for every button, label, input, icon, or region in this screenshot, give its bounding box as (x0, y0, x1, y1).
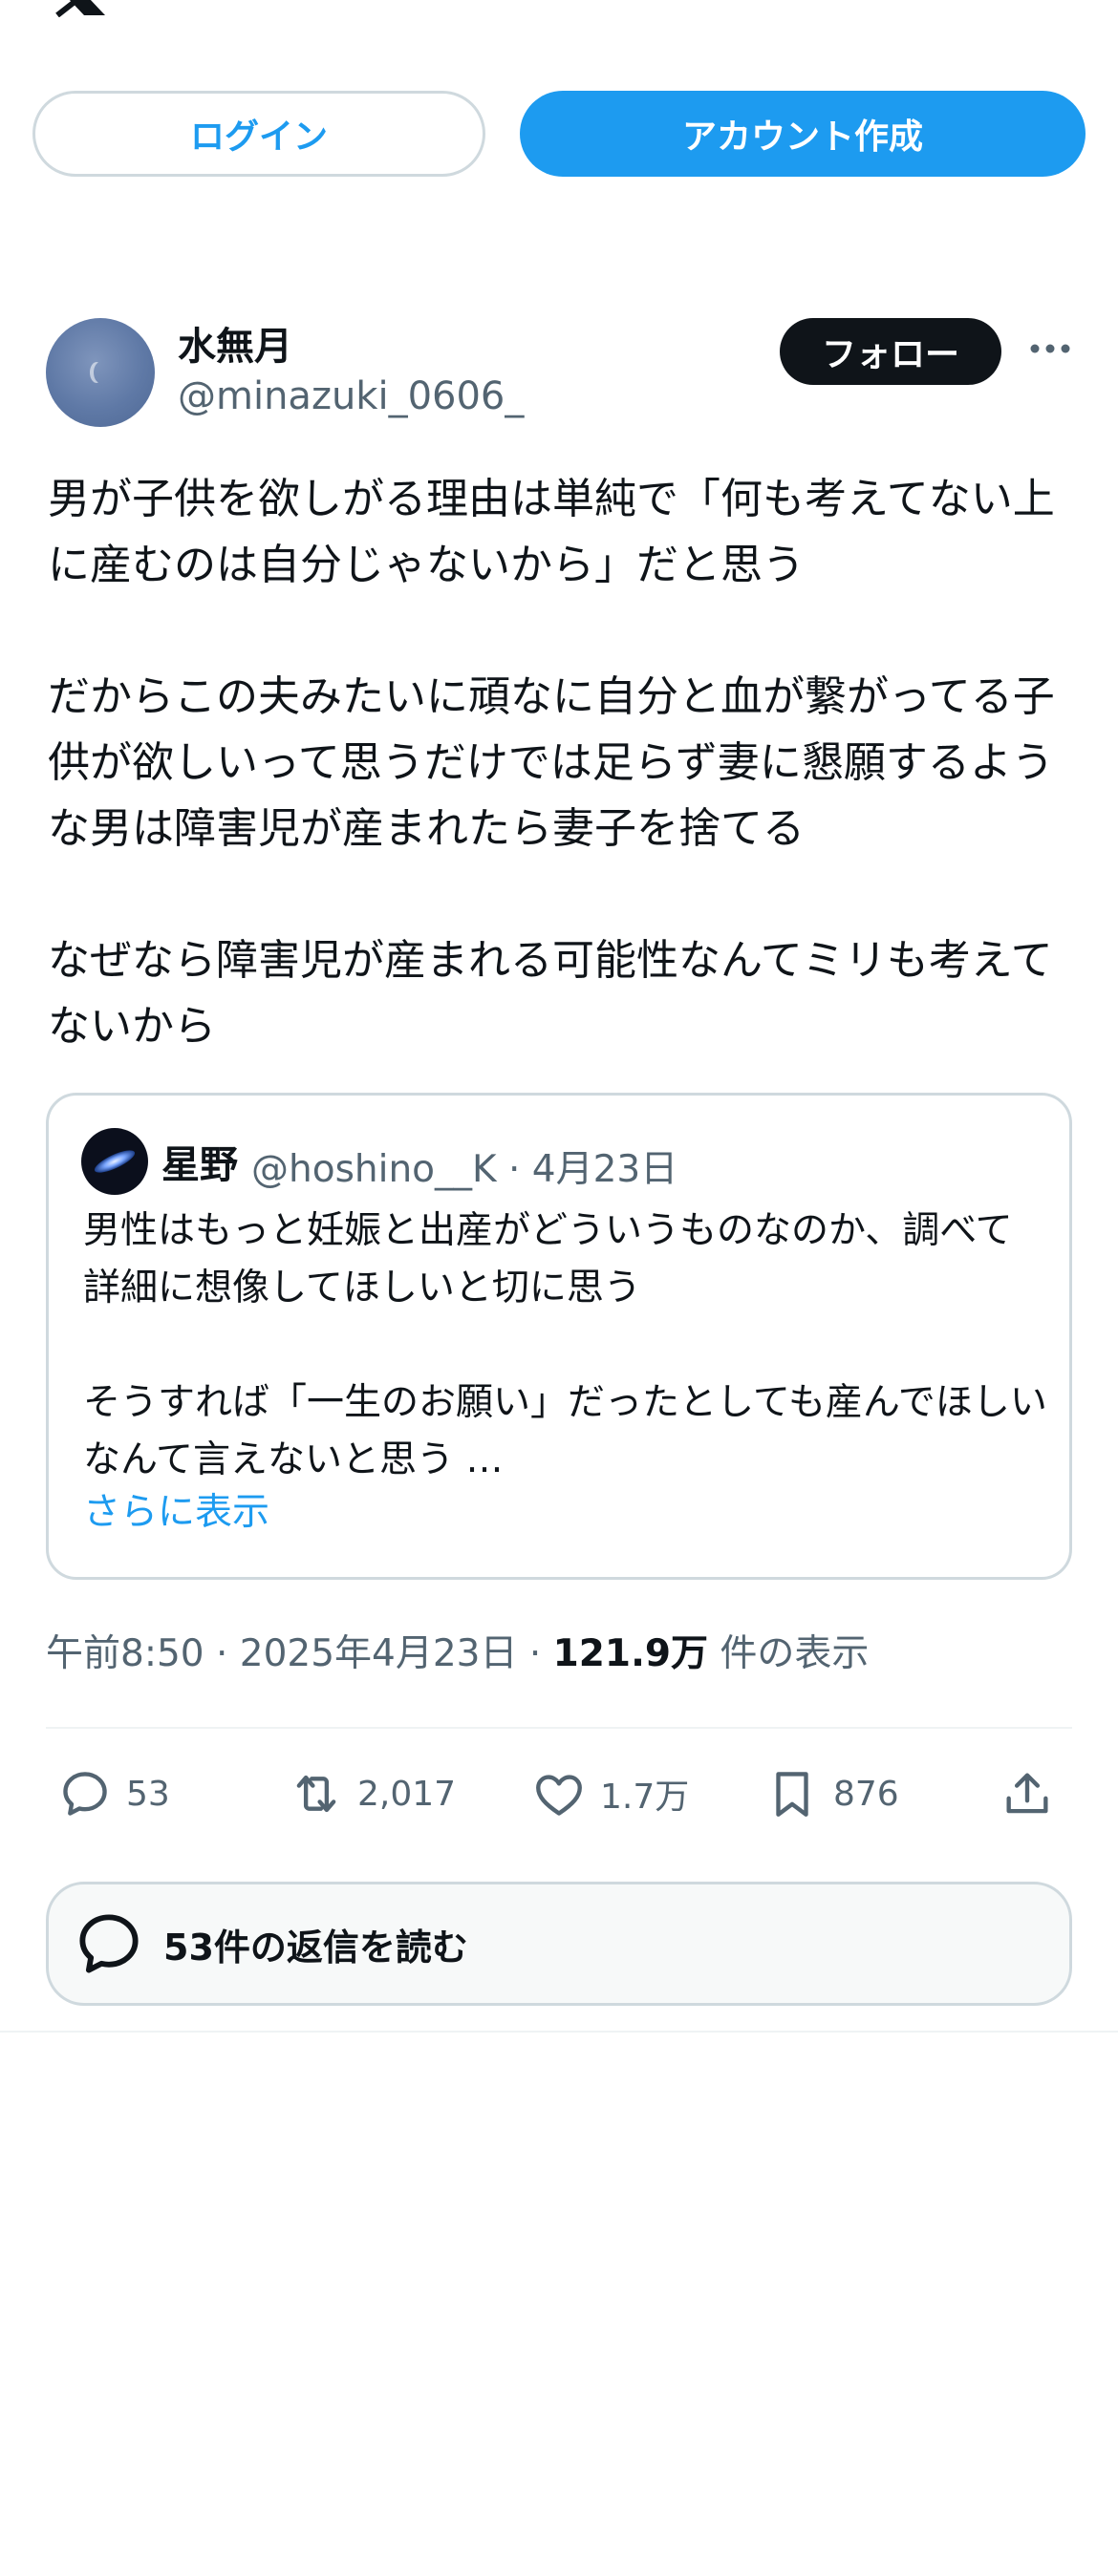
retweet-count: 2,017 (357, 1774, 457, 1814)
share-button[interactable] (1000, 1763, 1055, 1824)
like-button[interactable]: 1.7万 (531, 1763, 689, 1824)
avatar[interactable] (46, 318, 155, 427)
bookmark-icon (776, 1772, 808, 1817)
x-logo-icon[interactable] (48, 0, 109, 17)
timestamp-text[interactable]: 午前8:50 · 2025年4月23日 · (46, 1632, 553, 1675)
bookmark-count: 876 (833, 1774, 899, 1814)
divider (46, 1727, 1072, 1729)
read-replies-button[interactable]: 53件の返信を読む (46, 1882, 1072, 2006)
retweet-icon (296, 1775, 336, 1813)
show-more-link[interactable]: さらに表示 (83, 1482, 269, 1536)
share-icon (1006, 1773, 1048, 1814)
read-replies-label: 53件の返信を読む (163, 1926, 468, 1969)
tweet-text: 男が子供を欲しがる理由は単純で「何も考えてない上に産むのは自分じゃないから」だと… (48, 475, 1055, 1051)
quote-meta: @hoshino__K · 4月23日 (251, 1148, 678, 1191)
tweet-timestamp: 午前8:50 · 2025年4月23日 · 121.9万 件の表示 (46, 1624, 869, 1677)
quote-tweet[interactable]: 星野 @hoshino__K · 4月23日 男性はもっと妊娠と出産がどういうも… (46, 1093, 1072, 1580)
like-count: 1.7万 (600, 1778, 690, 1817)
bookmark-button[interactable]: 876 (764, 1763, 899, 1824)
heart-icon (536, 1775, 582, 1816)
signup-button[interactable]: アカウント作成 (520, 91, 1086, 177)
follow-button[interactable]: フォロー (780, 318, 1001, 385)
author-name[interactable]: 水無月 (178, 315, 292, 371)
quote-avatar (81, 1128, 148, 1195)
reply-bubble-icon (79, 1914, 139, 1973)
views-suffix: 件の表示 (708, 1632, 870, 1675)
login-button[interactable]: ログイン (32, 91, 485, 177)
quote-text: 男性はもっと妊娠と出産がどういうものなのか、調べて詳細に想像してほしいと切に思う… (83, 1209, 1047, 1481)
reply-button[interactable]: 53 (57, 1763, 170, 1824)
more-options-icon[interactable] (1026, 325, 1074, 373)
views-count: 121.9万 (552, 1632, 709, 1675)
author-handle[interactable]: @minazuki_0606_ (178, 374, 524, 418)
reply-icon (63, 1772, 107, 1816)
bottom-divider (0, 2031, 1118, 2033)
retweet-button[interactable]: 2,017 (289, 1763, 456, 1824)
quote-author-name: 星野 (161, 1143, 238, 1187)
reply-count: 53 (126, 1774, 170, 1814)
